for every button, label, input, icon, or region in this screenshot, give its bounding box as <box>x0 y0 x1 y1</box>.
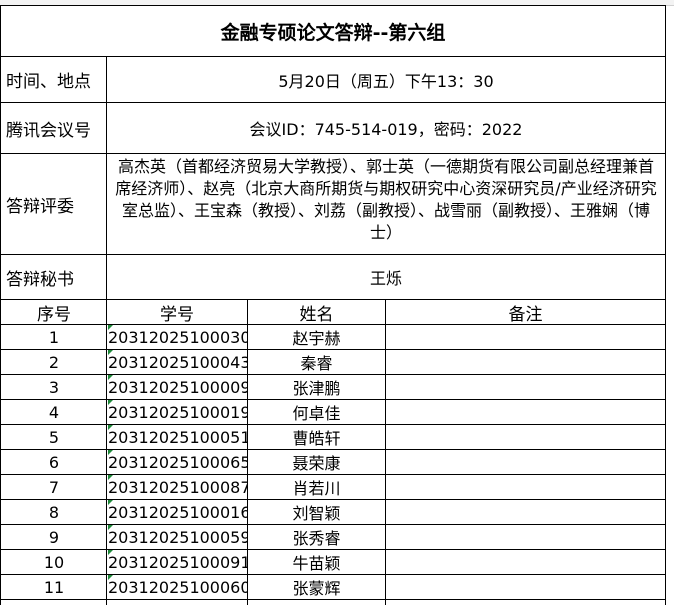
row-number[interactable]: 11 <box>2 575 106 599</box>
number-as-text-indicator <box>108 425 113 430</box>
note-cell[interactable] <box>386 525 665 549</box>
row-number[interactable]: 7 <box>2 475 106 499</box>
border-title-bottom <box>0 56 666 57</box>
student-name-cell[interactable]: 张津鹏 <box>248 375 385 399</box>
student-name-cell[interactable]: 秦睿 <box>248 350 385 374</box>
border-info-divider <box>106 56 107 300</box>
note-cell[interactable] <box>386 400 665 424</box>
number-as-text-indicator <box>108 350 113 355</box>
note-cell[interactable] <box>386 450 665 474</box>
note-cell[interactable] <box>386 575 665 599</box>
secretary-label[interactable]: 答辩秘书 <box>2 255 106 299</box>
time-location-value[interactable]: 5月20日（周五）下午13：30 <box>107 57 665 102</box>
panel-label[interactable]: 答辩评委 <box>2 154 106 254</box>
student-id-cell[interactable]: 20312025100016 <box>107 500 247 524</box>
student-id-cell[interactable]: 20312025100009 <box>107 375 247 399</box>
student-id-cell[interactable]: 20312025100030 <box>107 325 247 349</box>
spreadsheet-sheet: 金融专硕论文答辩--第六组 时间、地点 5月20日（周五）下午13：30 腾讯会… <box>0 0 674 605</box>
number-as-text-indicator <box>108 325 113 330</box>
student-id-cell[interactable]: 20312025100065 <box>107 450 247 474</box>
number-as-text-indicator <box>108 575 113 580</box>
border-meeting-bottom <box>0 153 666 154</box>
border-panel-bottom <box>0 254 666 255</box>
student-name-cell[interactable]: 聂荣康 <box>248 450 385 474</box>
number-as-text-indicator <box>108 525 113 530</box>
student-id-cell[interactable]: 20312025100019 <box>107 400 247 424</box>
header-no[interactable]: 序号 <box>2 300 106 325</box>
border-col-id <box>247 299 248 605</box>
row-number[interactable]: 3 <box>2 375 106 399</box>
number-as-text-indicator <box>108 550 113 555</box>
secretary-value[interactable]: 王烁 <box>107 255 665 299</box>
row-number[interactable]: 4 <box>2 400 106 424</box>
student-name-cell[interactable]: 牛苗颖 <box>248 550 385 574</box>
note-cell[interactable] <box>386 425 665 449</box>
student-id-cell[interactable]: 20312025100091 <box>107 550 247 574</box>
student-id-cell[interactable]: 20312025100051 <box>107 425 247 449</box>
sheet-title[interactable]: 金融专硕论文答辩--第六组 <box>2 6 664 56</box>
note-cell[interactable] <box>386 325 665 349</box>
row-border <box>0 599 666 600</box>
number-as-text-indicator <box>108 450 113 455</box>
note-cell[interactable] <box>386 500 665 524</box>
border-top <box>0 5 666 6</box>
student-id-cell[interactable]: 20312025100060 <box>107 575 247 599</box>
header-note[interactable]: 备注 <box>386 300 665 325</box>
student-name-cell[interactable]: 刘智颖 <box>248 500 385 524</box>
row-number[interactable]: 1 <box>2 325 106 349</box>
student-name-cell[interactable]: 张秀睿 <box>248 525 385 549</box>
student-name-cell[interactable]: 赵宇赫 <box>248 325 385 349</box>
border-right <box>665 5 666 605</box>
student-name-cell[interactable]: 肖若川 <box>248 475 385 499</box>
number-as-text-indicator <box>108 400 113 405</box>
border-col-no <box>106 299 107 605</box>
note-cell[interactable] <box>386 475 665 499</box>
meeting-id-label[interactable]: 腾讯会议号 <box>2 103 106 153</box>
note-cell[interactable] <box>386 375 665 399</box>
student-name-cell[interactable]: 何卓佳 <box>248 400 385 424</box>
number-as-text-indicator <box>108 375 113 380</box>
row-number[interactable]: 10 <box>2 550 106 574</box>
meeting-id-value[interactable]: 会议ID：745-514-019，密码：2022 <box>107 103 665 153</box>
row-number[interactable]: 8 <box>2 500 106 524</box>
border-left <box>0 5 1 605</box>
border-header-bottom <box>0 324 666 325</box>
student-id-cell[interactable]: 20312025100043 <box>107 350 247 374</box>
number-as-text-indicator <box>108 500 113 505</box>
row-number[interactable]: 5 <box>2 425 106 449</box>
time-location-label[interactable]: 时间、地点 <box>2 57 106 102</box>
note-cell[interactable] <box>386 550 665 574</box>
border-time-bottom <box>0 102 666 103</box>
row-number[interactable]: 2 <box>2 350 106 374</box>
border-secretary-bottom <box>0 299 666 300</box>
student-id-cell[interactable]: 20312025100087 <box>107 475 247 499</box>
note-cell[interactable] <box>386 350 665 374</box>
row-number[interactable]: 9 <box>2 525 106 549</box>
student-name-cell[interactable]: 张蒙辉 <box>248 575 385 599</box>
header-name[interactable]: 姓名 <box>248 300 385 325</box>
header-student-id[interactable]: 学号 <box>107 300 247 325</box>
student-id-cell[interactable]: 20312025100059 <box>107 525 247 549</box>
number-as-text-indicator <box>108 475 113 480</box>
row-number[interactable]: 6 <box>2 450 106 474</box>
panel-members-value[interactable]: 高杰英（首都经济贸易大学教授）、郭士英（一德期货有限公司副总经理兼首席经济师）、… <box>107 154 665 254</box>
student-name-cell[interactable]: 曹皓轩 <box>248 425 385 449</box>
border-col-name <box>385 299 386 605</box>
